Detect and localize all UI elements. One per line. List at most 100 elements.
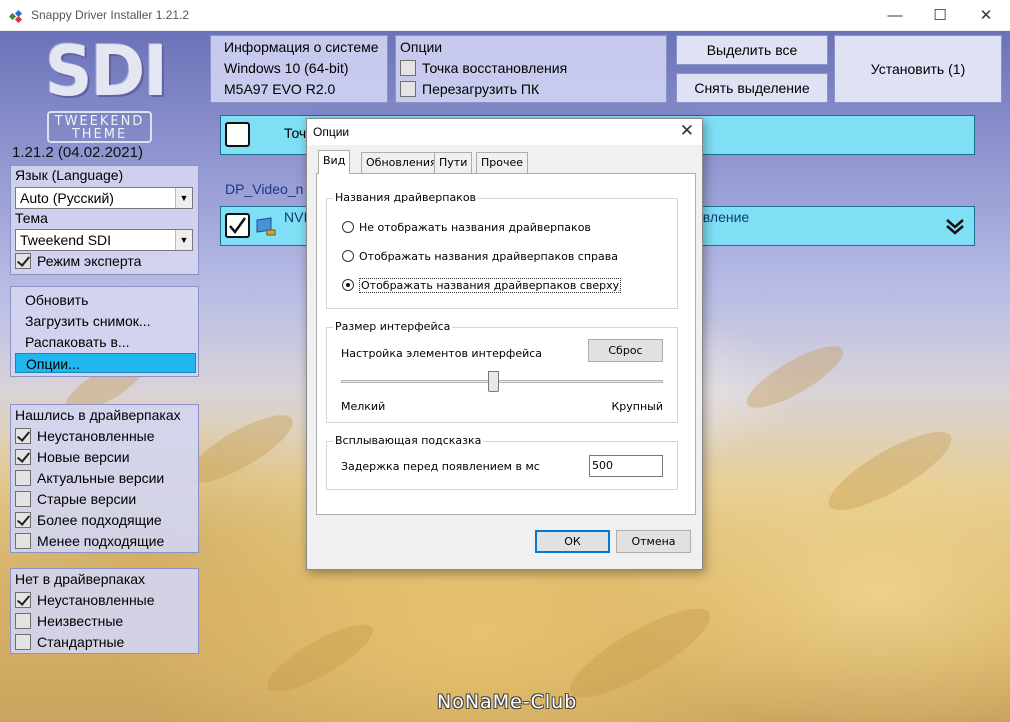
- tab-view[interactable]: Вид: [318, 150, 350, 174]
- expand-chevron-icon[interactable]: [945, 218, 965, 236]
- cancel-button[interactable]: Отмена: [616, 530, 691, 553]
- theme-badge-line2: THEME: [49, 128, 150, 141]
- chevron-down-icon: ▼: [175, 230, 192, 250]
- reset-button[interactable]: Сброс: [588, 339, 663, 362]
- driver-row-text: Точ: [284, 125, 306, 141]
- system-board: M5A97 EVO R2.0: [224, 81, 335, 97]
- filter-label: Более подходящие: [37, 512, 162, 528]
- deselect-button[interactable]: Снять выделение: [676, 73, 828, 103]
- radio-label: Не отображать названия драйверпаков: [359, 221, 591, 234]
- filter-label: Актуальные версии: [37, 470, 164, 486]
- restore-point-label: Точка восстановления: [422, 60, 567, 76]
- checkbox-icon: [15, 634, 31, 650]
- checkbox-icon: [15, 592, 31, 608]
- select-all-button[interactable]: Выделить все: [676, 35, 828, 65]
- restore-point-checkbox[interactable]: Точка восстановления: [400, 60, 567, 76]
- filter-current-versions[interactable]: Актуальные версии: [15, 470, 164, 486]
- tab-paths[interactable]: Пути: [434, 152, 472, 173]
- checkbox-icon[interactable]: [225, 122, 250, 147]
- menu-extract[interactable]: Распаковать в...: [15, 332, 196, 352]
- filters-found-title: Нашлись в драйверпаках: [15, 407, 181, 423]
- filter-label: Неустановленные: [37, 428, 155, 444]
- tab-other[interactable]: Прочее: [476, 152, 528, 173]
- language-value: Auto (Русский): [20, 190, 114, 206]
- tab-page: Названия драйверпаков Не отображать назв…: [316, 173, 696, 515]
- filters-found-panel: Нашлись в драйверпаках Неустановленные Н…: [10, 404, 199, 553]
- theme-badge: TWEEKEND THEME: [47, 111, 152, 143]
- filter-missing-not-installed[interactable]: Неустановленные: [15, 592, 155, 608]
- filter-better-match[interactable]: Более подходящие: [15, 512, 162, 528]
- filter-not-installed[interactable]: Неустановленные: [15, 428, 155, 444]
- dialog-close-button[interactable]: ✕: [680, 121, 694, 141]
- menu-options[interactable]: Опции...: [15, 353, 196, 373]
- size-slider-track[interactable]: [341, 380, 663, 383]
- size-min-label: Мелкий: [341, 400, 385, 413]
- display-adapter-icon: [255, 216, 277, 238]
- driver-status: овление: [695, 209, 749, 225]
- radio-icon: [342, 279, 354, 291]
- checkbox-icon[interactable]: [225, 213, 250, 238]
- filter-worse-match[interactable]: Менее подходящие: [15, 533, 164, 549]
- expert-mode-checkbox[interactable]: Режим эксперта: [15, 253, 141, 269]
- system-os: Windows 10 (64-bit): [224, 60, 349, 76]
- checkbox-icon: [15, 449, 31, 465]
- reboot-label: Перезагрузить ПК: [422, 81, 539, 97]
- reboot-checkbox[interactable]: Перезагрузить ПК: [400, 81, 539, 97]
- expert-mode-label: Режим эксперта: [37, 253, 141, 269]
- options-panel: Опции Точка восстановления Перезагрузить…: [395, 35, 667, 103]
- dialog-title: Опции: [313, 125, 349, 139]
- dialog-titlebar: Опции ✕: [307, 119, 702, 145]
- menu-load-snapshot[interactable]: Загрузить снимок...: [15, 311, 196, 331]
- language-select[interactable]: Auto (Русский) ▼: [15, 187, 193, 209]
- filter-unknown[interactable]: Неизвестные: [15, 613, 123, 629]
- window-title: Snappy Driver Installer 1.21.2: [31, 8, 189, 22]
- filter-label: Менее подходящие: [37, 533, 164, 549]
- options-dialog: Опции ✕ Вид Обновления Пути Прочее Назва…: [306, 118, 703, 570]
- size-slider-thumb[interactable]: [488, 371, 499, 392]
- radio-names-top[interactable]: Отображать названия драйверпаков сверху: [342, 279, 621, 292]
- ok-button[interactable]: ОК: [535, 530, 610, 553]
- radio-label: Отображать названия драйверпаков сверху: [359, 278, 621, 293]
- watermark: NoNaMe-Club: [437, 691, 577, 713]
- driverpack-group-label: DP_Video_n: [225, 181, 303, 197]
- close-button[interactable]: ✕: [963, 0, 1009, 31]
- checkbox-icon: [15, 491, 31, 507]
- radio-names-right[interactable]: Отображать названия драйверпаков справа: [342, 250, 618, 263]
- app-icon: [9, 9, 23, 23]
- checkbox-icon: [400, 81, 416, 97]
- minimize-button[interactable]: —: [872, 0, 918, 31]
- theme-select[interactable]: Tweekend SDI ▼: [15, 229, 193, 251]
- checkbox-icon: [15, 428, 31, 444]
- maximize-button[interactable]: ☐: [917, 0, 963, 31]
- radio-icon: [342, 250, 354, 262]
- theme-label: Тема: [15, 210, 48, 226]
- filters-missing-title: Нет в драйверпаках: [15, 571, 145, 587]
- checkbox-icon: [15, 512, 31, 528]
- menu-refresh[interactable]: Обновить: [15, 290, 196, 310]
- interface-size-group: Размер интерфейса Настройка элементов ин…: [326, 327, 678, 423]
- language-label: Язык (Language): [15, 167, 123, 183]
- theme-value: Tweekend SDI: [20, 232, 111, 248]
- checkbox-icon: [400, 60, 416, 76]
- filter-label: Стандартные: [37, 634, 124, 650]
- window-titlebar: Snappy Driver Installer 1.21.2 — ☐ ✕: [0, 0, 1010, 31]
- radio-hide-names[interactable]: Не отображать названия драйверпаков: [342, 221, 591, 234]
- tooltip-delay-label: Задержка перед появлением в мс: [341, 460, 540, 473]
- group-title: Всплывающая подсказка: [333, 434, 483, 447]
- filter-old-versions[interactable]: Старые версии: [15, 491, 136, 507]
- interface-size-label: Настройка элементов интерфейса: [341, 347, 542, 360]
- install-button[interactable]: Установить (1): [834, 35, 1002, 103]
- logo-text: SDI: [45, 31, 166, 112]
- filter-label: Неизвестные: [37, 613, 123, 629]
- driverpack-names-group: Названия драйверпаков Не отображать назв…: [326, 198, 678, 309]
- tooltip-delay-input[interactable]: 500: [589, 455, 663, 477]
- checkbox-icon: [15, 253, 31, 269]
- system-info-panel: Информация о системе Windows 10 (64-bit)…: [210, 35, 388, 103]
- checkbox-icon: [15, 613, 31, 629]
- size-max-label: Крупный: [611, 400, 663, 413]
- filter-standard[interactable]: Стандартные: [15, 634, 124, 650]
- version-label: 1.21.2 (04.02.2021): [12, 144, 143, 161]
- filter-new-versions[interactable]: Новые версии: [15, 449, 130, 465]
- tab-updates[interactable]: Обновления: [361, 152, 442, 173]
- tooltip-group: Всплывающая подсказка Задержка перед поя…: [326, 441, 678, 490]
